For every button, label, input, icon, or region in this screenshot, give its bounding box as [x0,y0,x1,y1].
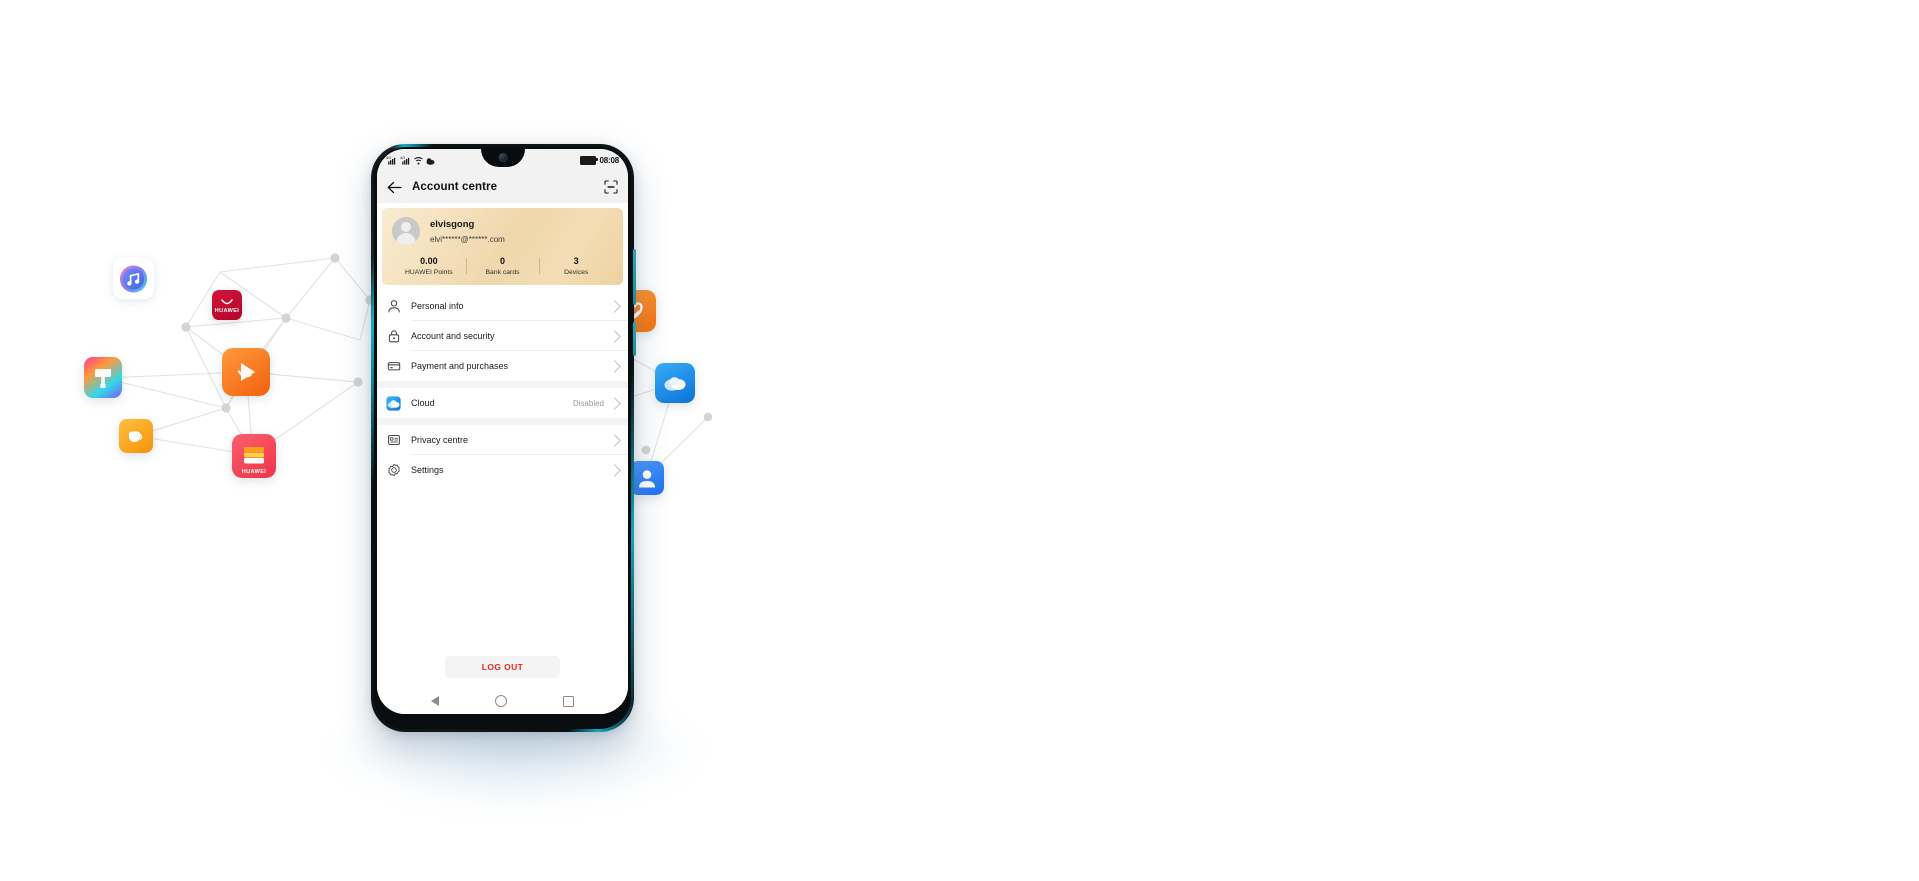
person-outline-icon [386,299,401,314]
page-title: Account centre [412,181,498,193]
battery-full-icon [579,155,598,165]
stat-label: Bank cards [485,269,520,276]
nav-recents-icon[interactable] [563,695,574,707]
wifi-icon [414,157,423,165]
menu-group-privacy-settings: Privacy centre Settings [377,425,628,485]
back-button[interactable] [387,181,402,194]
signal-4g-icon: 4G [386,155,396,165]
chevron-right-icon [608,433,621,447]
stat-bank-cards[interactable]: 0 Bank cards [465,256,540,276]
app-bar: Account centre [377,171,628,203]
signal-4g-icon: 4G [400,155,410,165]
id-card-icon [386,433,401,448]
scan-code-icon [604,180,618,194]
status-bar-clock: 08:08 [599,155,620,165]
huawei-tips-icon [119,419,153,453]
log-out-button[interactable]: LOG OUT [445,656,560,678]
huawei-music-icon [113,258,154,299]
phone-device-mockup: 4G 4G 08:08 Account centre elvisgong elv… [371,144,636,732]
status-bar-right-icons: 08:08 [579,155,620,165]
stat-devices[interactable]: 3 Devices [539,256,613,276]
huawei-video-icon [222,348,270,396]
lock-icon [386,329,401,344]
menu-item-label: Personal info [411,301,464,311]
menu-group-cloud: Cloud Disabled [377,388,628,418]
menu-item-label: Privacy centre [411,435,469,445]
svg-text:4G: 4G [400,155,405,160]
menu-item-privacy-centre[interactable]: Privacy centre [377,425,628,455]
huawei-cloud-icon [655,363,695,403]
logout-area: LOG OUT [377,485,628,688]
nav-home-icon[interactable] [495,695,507,707]
menu-item-label: Settings [411,465,444,475]
cloud-icon [386,395,401,411]
chevron-right-icon [608,396,621,410]
chevron-right-icon [608,329,621,343]
menu-item-label: Account and security [411,331,495,341]
account-stats-row: 0.00 HUAWEI Points 0 Bank cards 3 Device… [392,256,613,276]
stat-value: 0 [500,256,506,266]
avatar-head-shape [401,222,411,232]
settings-menu: Personal info Account and security Payme… [377,285,628,485]
chevron-right-icon [608,359,621,373]
chevron-right-icon [608,299,621,313]
stat-value: 3 [573,256,579,266]
scan-button[interactable] [604,180,618,194]
stat-huawei-points[interactable]: 0.00 HUAWEI Points [392,256,466,276]
account-profile-card[interactable]: elvisgong elvi******@******.com 0.00 HUA… [382,208,623,285]
android-navigation-bar [377,688,628,714]
profile-identity: elvisgong elvi******@******.com [430,219,505,244]
connected-apps-network-graph [103,253,713,531]
menu-group-separator [377,418,628,425]
account-email: elvi******@******.com [430,234,505,244]
menu-item-payment-and-purchases[interactable]: Payment and purchases [377,351,628,381]
cloud-status-value: Disabled [572,398,604,408]
huawei-themes-icon [84,357,122,398]
menu-item-cloud[interactable]: Cloud Disabled [377,388,628,418]
menu-item-personal-info[interactable]: Personal info [377,291,628,321]
stat-label: HUAWEI Points [404,269,453,276]
sync-cloud-icon [426,158,435,165]
menu-item-label: Payment and purchases [411,361,509,371]
screenshot-canvas: HUAWEI HUAWEI 4G 4G 08:08 Account centre… [0,0,1919,881]
avatar-body-shape [396,233,416,245]
volume-button[interactable] [633,249,636,305]
stat-value: 0.00 [420,256,438,266]
menu-item-account-and-security[interactable]: Account and security [377,321,628,351]
huawei-wallet-icon: HUAWEI [232,434,276,478]
menu-item-settings[interactable]: Settings [377,455,628,485]
status-bar-left-icons: 4G 4G [386,155,435,165]
arrow-left-icon [387,181,402,193]
huawei-contacts-icon [630,461,664,495]
avatar[interactable] [392,217,420,245]
account-name: elvisgong [430,218,475,230]
gear-icon [386,463,401,478]
phone-screen: 4G 4G 08:08 Account centre elvisgong elv… [377,149,628,714]
credit-card-icon [386,359,401,374]
power-button[interactable] [633,322,636,356]
svg-text:4G: 4G [386,155,391,160]
menu-item-label: Cloud [411,398,435,408]
profile-header: elvisgong elvi******@******.com [392,217,613,245]
stat-label: Devices [564,269,589,276]
huawei-appgallery-icon: HUAWEI [212,290,242,320]
chevron-right-icon [608,463,621,477]
menu-group-separator [377,381,628,388]
nav-back-icon[interactable] [431,696,439,706]
menu-group-account: Personal info Account and security Payme… [377,291,628,381]
front-camera-icon [498,153,507,162]
